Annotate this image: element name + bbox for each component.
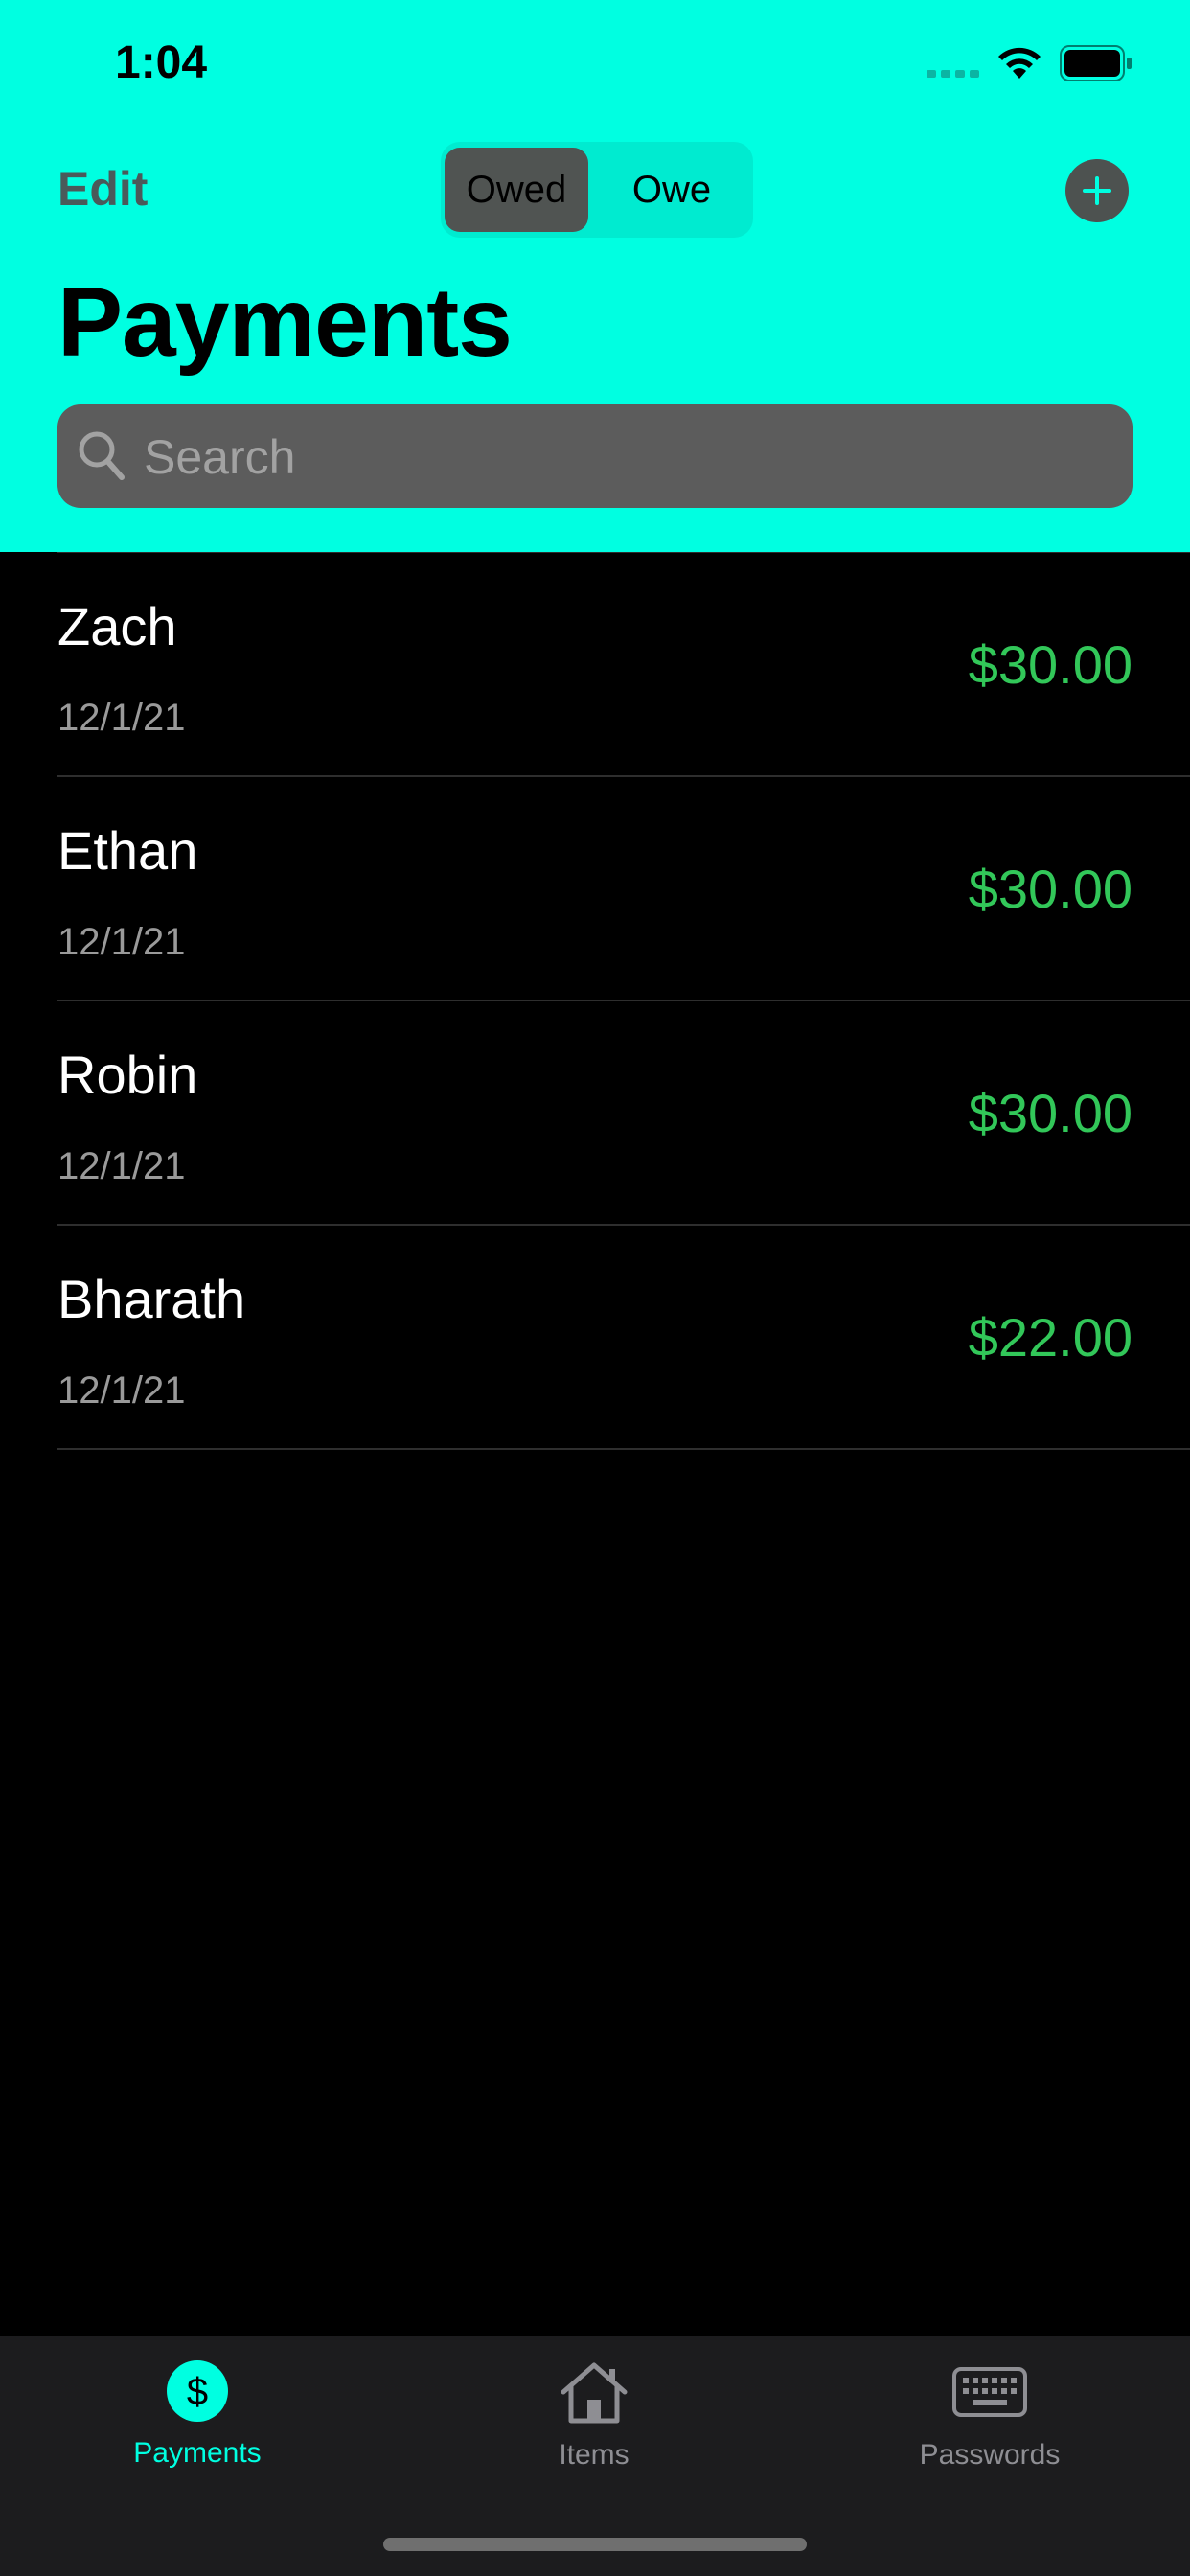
list-item[interactable]: Ethan 12/1/21 $30.00 (57, 777, 1190, 1001)
keyboard-icon (951, 2359, 1028, 2429)
payment-amount: $22.00 (968, 1307, 1133, 1368)
battery-icon (1060, 45, 1133, 81)
payment-amount: $30.00 (968, 859, 1133, 919)
search-icon (77, 429, 126, 488)
payment-date: 12/1/21 (57, 1369, 186, 1412)
house-icon (558, 2359, 630, 2429)
edit-button[interactable]: Edit (57, 161, 148, 217)
wifi-icon (996, 46, 1042, 80)
search-bar (57, 404, 1133, 508)
cellular-signal-icon (927, 49, 979, 78)
tab-label: Items (559, 2439, 629, 2471)
payments-list: Zach 12/1/21 $30.00 Ethan 12/1/21 $30.00… (0, 552, 1190, 1450)
search-input[interactable] (142, 418, 1104, 496)
tab-payments[interactable]: $ Payments (63, 2359, 332, 2484)
status-icons (927, 42, 1133, 84)
payment-amount: $30.00 (968, 634, 1133, 695)
list-item[interactable]: Robin 12/1/21 $30.00 (57, 1001, 1190, 1226)
page-title: Payments (57, 267, 513, 377)
tab-label: Payments (133, 2437, 262, 2469)
segment-owed[interactable]: Owed (445, 148, 588, 232)
payment-name: Ethan (57, 820, 198, 881)
tab-passwords[interactable]: Passwords (856, 2359, 1124, 2484)
payment-name: Bharath (57, 1269, 246, 1329)
dollar-circle-icon: $ (166, 2359, 229, 2427)
status-time: 1:04 (115, 37, 208, 88)
owed-owe-segmented-control: Owed Owe (441, 142, 753, 238)
tab-items[interactable]: Items (460, 2359, 728, 2484)
payment-date: 12/1/21 (57, 921, 186, 963)
plus-circle-icon[interactable] (1065, 159, 1129, 222)
payment-date: 12/1/21 (57, 1145, 186, 1187)
payment-date: 12/1/21 (57, 697, 186, 739)
list-item[interactable]: Zach 12/1/21 $30.00 (57, 552, 1190, 777)
list-item[interactable]: Bharath 12/1/21 $22.00 (57, 1226, 1190, 1450)
home-indicator (383, 2538, 807, 2551)
segment-owe[interactable]: Owe (600, 148, 744, 232)
tab-label: Passwords (919, 2439, 1061, 2471)
svg-text:$: $ (187, 2371, 208, 2413)
payment-name: Zach (57, 596, 177, 656)
payment-name: Robin (57, 1045, 198, 1105)
payment-amount: $30.00 (968, 1083, 1133, 1143)
nav-header: 1:04 Edit Owed Owe Payments Search (0, 0, 1190, 552)
